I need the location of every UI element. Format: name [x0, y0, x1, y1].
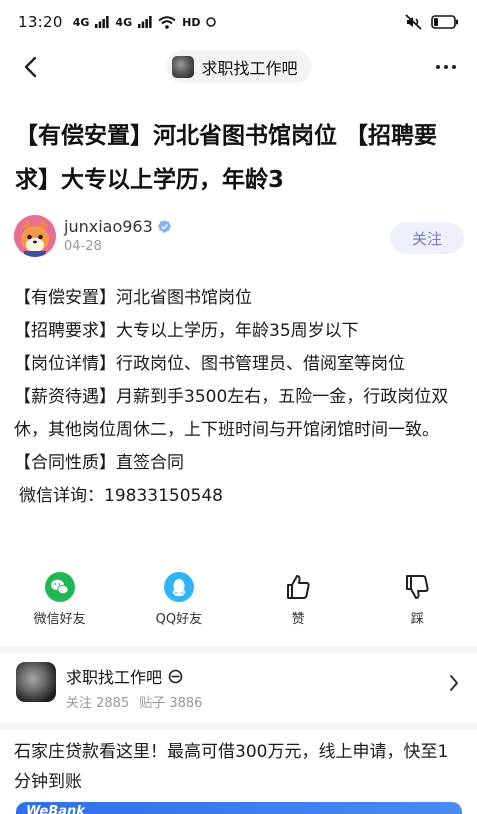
post-content: 【有偿安置】河北省图书馆岗位 【招聘要求】大专以上学历，年龄35周岁以下 【岗位… [14, 282, 466, 513]
more-dot [452, 65, 456, 69]
more-dot [444, 65, 448, 69]
share-qq-label: QQ好友 [155, 612, 203, 627]
forum-chip[interactable]: 求职找工作吧 [165, 50, 312, 83]
dislike-label: 踩 [410, 612, 424, 627]
signal-indicators: 4G 4G HD [73, 16, 217, 29]
share-qq-button[interactable]: QQ好友 [119, 572, 238, 636]
chevron-right-icon [449, 674, 459, 696]
status-bar: 13:20 4G 4G HD [0, 0, 477, 44]
like-label: 赞 [291, 612, 305, 627]
network-label: HD [182, 15, 201, 29]
content-line: 【岗位详情】行政岗位、图书管理员、借阅室等岗位 [14, 354, 405, 374]
post-title: 【有偿安置】河北省图书馆岗位 【招聘要求】大专以上学历，年龄3 [15, 123, 438, 193]
post-date: 04-28 [64, 239, 102, 254]
ad-text[interactable]: 石家庄贷款看这里！最高可借300万元，线上申请，快至1分钟到账 [14, 737, 464, 797]
signal-1-label: 4G [72, 15, 90, 29]
forum-follow-count: 关注 2885 [66, 696, 130, 711]
thumbs-up-icon [283, 572, 313, 602]
battery-icon [431, 15, 458, 29]
share-actions: 微信好友 QQ好友 赞 踩 [0, 572, 477, 636]
thumbs-down-icon [402, 572, 432, 602]
status-right [405, 14, 459, 30]
section-divider [0, 646, 477, 654]
share-wechat-button[interactable]: 微信好友 [0, 572, 119, 636]
author-name[interactable]: junxiao963 [64, 217, 172, 236]
more-dot [436, 65, 440, 69]
status-time: 13:20 [18, 13, 63, 31]
forum-post-count: 贴子 3886 [139, 696, 203, 711]
back-button[interactable] [14, 51, 46, 83]
ad-banner-logo: WeBank [26, 804, 85, 814]
forum-card-avatar [16, 662, 56, 702]
forum-card[interactable]: 求职找工作吧 关注 2885 贴子 3886 [0, 658, 477, 720]
forum-card-title: 求职找工作吧 [66, 664, 183, 688]
forum-level-icon [168, 669, 183, 683]
content-line-wechat: 微信详询：19833150548 [19, 486, 223, 506]
ad-banner[interactable]: WeBank [16, 802, 462, 814]
author-name-text: junxiao963 [64, 217, 153, 236]
like-button[interactable]: 赞 [239, 572, 358, 636]
avatar[interactable] [14, 215, 56, 257]
content-line: 【薪资待遇】月薪到手3500左右，五险一金，行政岗位双休，其他岗位周休二，上下班… [14, 387, 449, 440]
signal-bars-icon [95, 16, 110, 28]
forum-chip-label: 求职找工作吧 [201, 58, 298, 78]
section-divider [0, 722, 477, 730]
verified-badge-icon [157, 219, 171, 234]
forum-avatar [171, 55, 194, 78]
author-row: junxiao963 04-28 关注 [14, 213, 466, 263]
more-button[interactable] [429, 51, 463, 83]
signal-bars-icon [138, 16, 152, 28]
content-line: 【招聘要求】大专以上学历，年龄35周岁以下 [14, 321, 359, 341]
camera-dot-icon [206, 17, 217, 27]
share-wechat-label: 微信好友 [33, 612, 86, 627]
dislike-button[interactable]: 踩 [358, 572, 477, 636]
chevron-left-icon [24, 56, 37, 78]
fox-avatar-icon [14, 215, 56, 257]
nav-bar: 求职找工作吧 [0, 44, 477, 90]
qq-icon [163, 572, 194, 602]
wifi-icon [158, 15, 176, 29]
content-line: 【有偿安置】河北省图书馆岗位 [14, 288, 252, 308]
forum-card-name: 求职找工作吧 [66, 668, 163, 687]
forum-card-stats: 关注 2885 贴子 3886 [66, 692, 202, 711]
signal-2-label: 4G [115, 15, 133, 29]
follow-button[interactable]: 关注 [390, 222, 464, 254]
mute-icon [405, 14, 422, 30]
wechat-icon [44, 572, 75, 602]
content-line: 【合同性质】直签合同 [14, 453, 184, 473]
